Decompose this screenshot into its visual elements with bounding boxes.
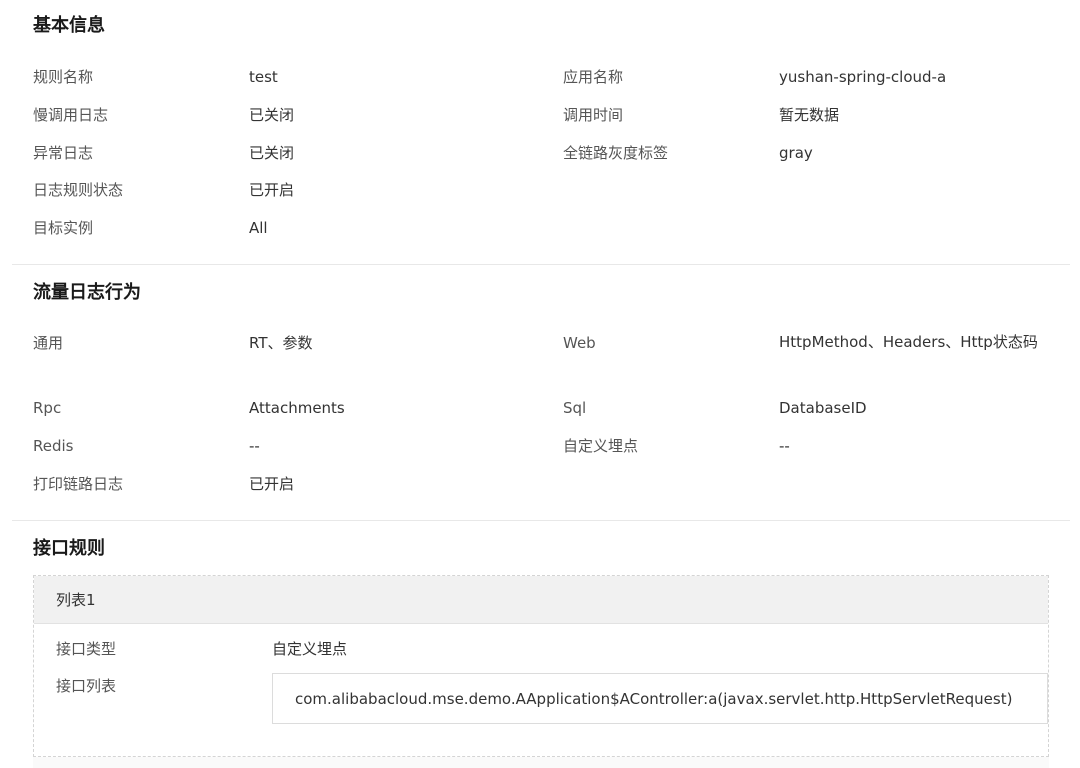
call-time-value: 暂无数据 bbox=[779, 106, 840, 124]
interface-type-value: 自定义埋点 bbox=[272, 640, 348, 658]
redis-value: -- bbox=[249, 437, 260, 455]
interface-rule-title: 接口规则 bbox=[33, 538, 105, 559]
list-title: 列表1 bbox=[56, 591, 96, 609]
general-label: 通用 bbox=[33, 334, 64, 352]
gray-tag-value: gray bbox=[779, 144, 813, 162]
rule-name-label: 规则名称 bbox=[33, 68, 94, 86]
gray-tag-label: 全链路灰度标签 bbox=[563, 144, 669, 162]
slow-log-value: 已关闭 bbox=[249, 106, 295, 124]
sql-value: DatabaseID bbox=[779, 399, 867, 417]
web-value: HttpMethod、Headers、Http状态码 bbox=[779, 333, 1038, 351]
general-value: RT、参数 bbox=[249, 334, 313, 352]
section-divider bbox=[12, 520, 1070, 521]
interface-type-label: 接口类型 bbox=[56, 640, 117, 658]
rule-name-value: test bbox=[249, 68, 278, 86]
traffic-log-title: 流量日志行为 bbox=[33, 282, 141, 303]
print-trace-log-value: 已开启 bbox=[249, 475, 295, 493]
bottom-strip bbox=[33, 757, 1049, 768]
custom-tracking-value: -- bbox=[779, 437, 790, 455]
app-name-label: 应用名称 bbox=[563, 68, 624, 86]
section-divider bbox=[12, 264, 1070, 265]
error-log-label: 异常日志 bbox=[33, 144, 94, 162]
web-label: Web bbox=[563, 334, 596, 352]
target-instance-value: All bbox=[249, 219, 268, 237]
rule-status-value: 已开启 bbox=[249, 181, 295, 199]
sql-label: Sql bbox=[563, 399, 587, 417]
app-name-value: yushan-spring-cloud-a bbox=[779, 68, 947, 86]
interface-list-label: 接口列表 bbox=[56, 677, 117, 695]
target-instance-label: 目标实例 bbox=[33, 219, 94, 237]
redis-label: Redis bbox=[33, 437, 74, 455]
call-time-label: 调用时间 bbox=[563, 106, 624, 124]
error-log-value: 已关闭 bbox=[249, 144, 295, 162]
rpc-label: Rpc bbox=[33, 399, 62, 417]
basic-info-title: 基本信息 bbox=[33, 15, 105, 36]
print-trace-log-label: 打印链路日志 bbox=[33, 475, 124, 493]
interface-list-box: com.alibabacloud.mse.demo.AApplication$A… bbox=[272, 673, 1048, 724]
card-header[interactable]: 列表1 bbox=[34, 576, 1048, 624]
custom-tracking-label: 自定义埋点 bbox=[563, 437, 639, 455]
rule-status-label: 日志规则状态 bbox=[33, 181, 124, 199]
rule-detail-page: 基本信息 规则名称 test 应用名称 yushan-spring-cloud-… bbox=[0, 0, 1080, 768]
slow-log-label: 慢调用日志 bbox=[33, 106, 109, 124]
interface-list-card: 列表1 接口类型 自定义埋点 接口列表 com.alibabacloud.mse… bbox=[33, 575, 1049, 757]
interface-list-value: com.alibabacloud.mse.demo.AApplication$A… bbox=[295, 690, 1013, 708]
rpc-value: Attachments bbox=[249, 399, 345, 417]
